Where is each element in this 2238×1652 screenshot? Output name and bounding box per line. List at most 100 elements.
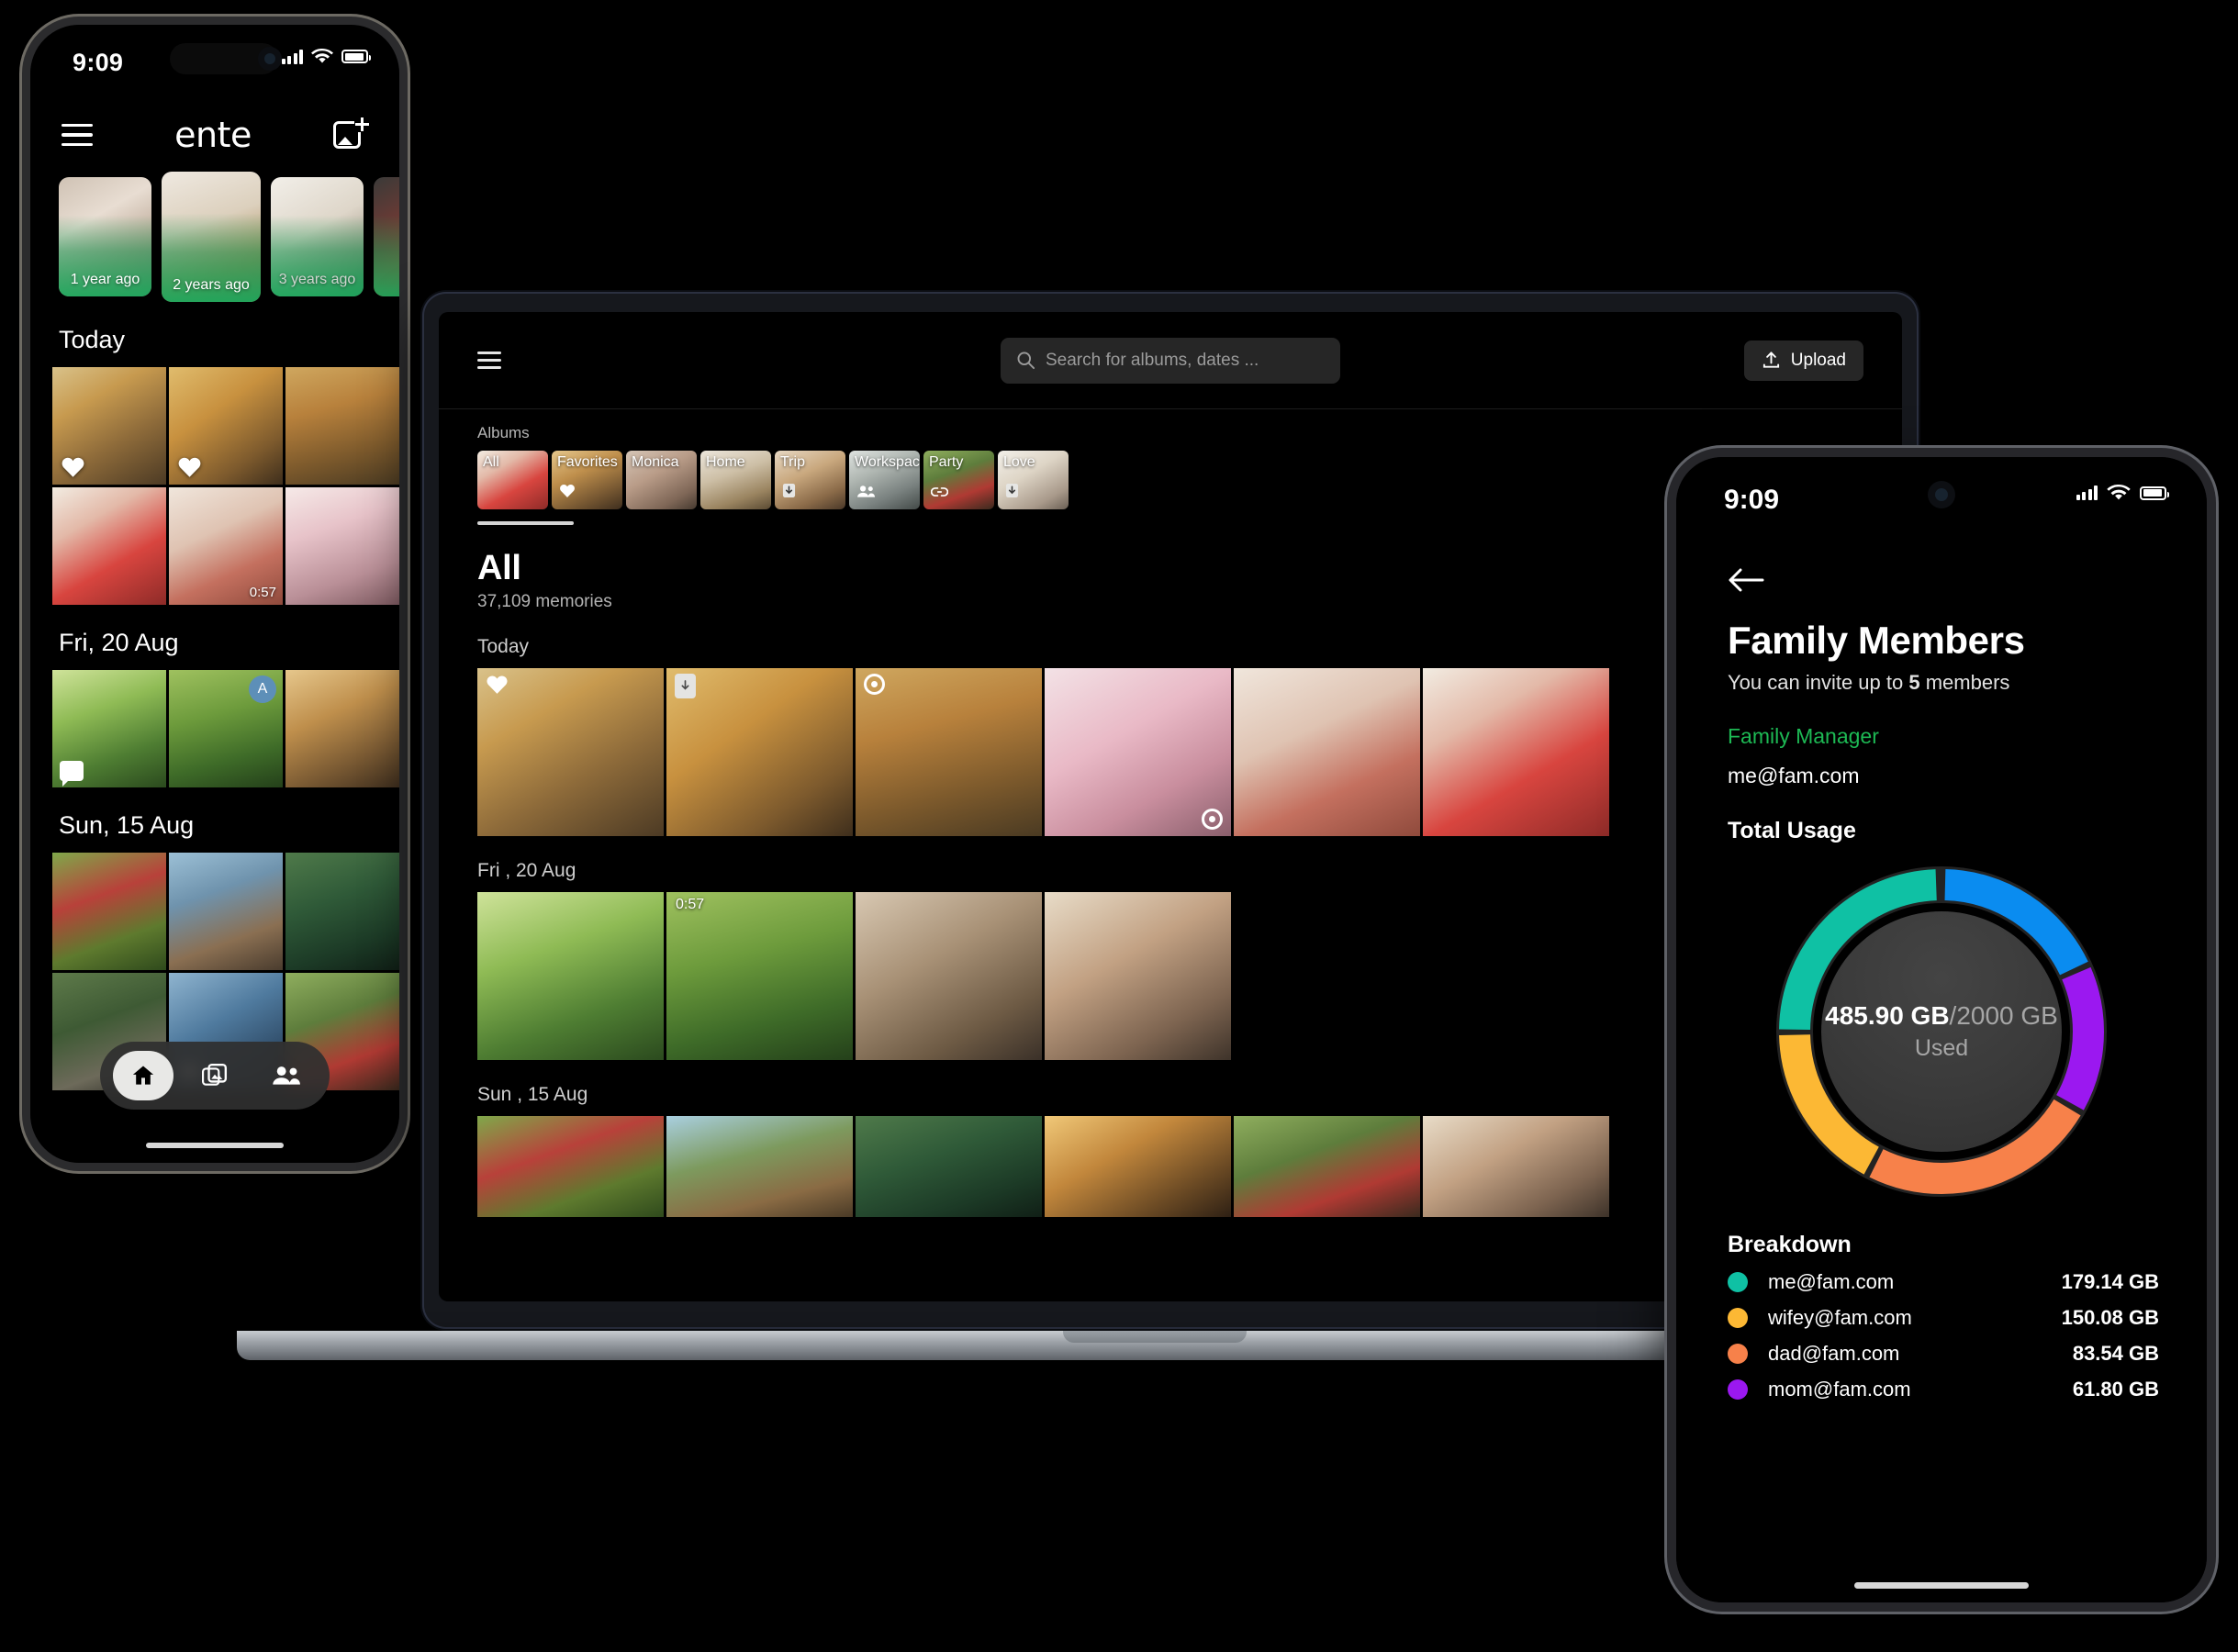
left-phone-status-bar: 9:09 [30, 25, 399, 95]
memory-card[interactable]: 3 years ago [271, 177, 364, 296]
status-time: 9:09 [1724, 485, 1780, 515]
photo-grid[interactable]: A [30, 670, 399, 787]
photo-tile[interactable]: 0:57 [666, 892, 853, 1060]
album-item-workspace[interactable]: Workspace [849, 451, 920, 509]
hamburger-menu-icon[interactable] [477, 352, 501, 369]
download-icon [675, 674, 696, 698]
invite-prefix: You can invite up to [1728, 671, 1909, 694]
album-label: Trip [780, 454, 805, 470]
heart-icon [559, 483, 576, 503]
photo-tile[interactable] [477, 668, 664, 836]
photo-tile[interactable] [666, 668, 853, 836]
album-item-monica[interactable]: Monica [626, 451, 697, 509]
photo-grid[interactable]: 0:57 [30, 367, 399, 605]
photo-tile[interactable] [477, 1116, 664, 1217]
albums-label: Albums [477, 424, 530, 441]
photo-tile[interactable] [52, 670, 166, 787]
people-icon [273, 1066, 300, 1085]
heart-icon [177, 455, 202, 478]
album-item-love[interactable]: Love [998, 451, 1069, 509]
search-icon [1017, 352, 1035, 370]
upload-label: Upload [1790, 350, 1846, 370]
wifi-icon [311, 49, 333, 63]
memories-carousel[interactable]: 1 year ago 2 years ago 3 years ago [30, 162, 399, 302]
avatar: A [249, 675, 276, 703]
photo-tile[interactable]: 0:57 [169, 487, 283, 605]
memory-label: 2 years ago [173, 277, 250, 293]
breakdown-email: wifey@fam.com [1768, 1306, 1912, 1329]
upload-icon [1762, 352, 1779, 368]
breakdown-row[interactable]: me@fam.com 179.14 GB [1676, 1258, 2207, 1294]
nav-item-photos[interactable] [185, 1051, 245, 1100]
photo-tile[interactable] [169, 367, 283, 485]
breakdown-row[interactable]: dad@fam.com 83.54 GB [1676, 1330, 2207, 1366]
page-title: Family Members [1728, 619, 2025, 662]
breakdown-row[interactable]: mom@fam.com 61.80 GB [1676, 1366, 2207, 1401]
photo-tile[interactable] [1045, 1116, 1231, 1217]
photo-tile[interactable] [1423, 668, 1609, 836]
live-photo-icon [1202, 809, 1223, 830]
app-logo: ente [174, 115, 252, 155]
photo-tile[interactable] [856, 668, 1042, 836]
heart-icon [486, 674, 509, 695]
legend-dot [1728, 1344, 1748, 1364]
memory-card[interactable]: 2 years ago [162, 172, 261, 302]
photo-tile[interactable] [856, 892, 1042, 1060]
photos-stack-icon [202, 1063, 228, 1086]
front-camera-icon [1928, 481, 1955, 508]
wifi-icon [2107, 485, 2131, 500]
bottom-navigation-bar[interactable] [100, 1042, 330, 1110]
status-icons [281, 49, 371, 64]
upload-button[interactable]: Upload [1743, 340, 1863, 381]
memory-card[interactable] [374, 177, 399, 296]
battery-icon [2140, 486, 2169, 500]
album-item-home[interactable]: Home [700, 451, 771, 509]
breakdown-email: me@fam.com [1768, 1270, 1895, 1293]
family-manager-email: me@fam.com [1728, 764, 1860, 787]
photo-tile[interactable] [1045, 892, 1231, 1060]
photo-tile[interactable] [666, 1116, 853, 1217]
invite-limit-text: You can invite up to 5 members [1676, 663, 2207, 695]
status-icons [2076, 485, 2169, 501]
video-duration-label: 0:57 [249, 585, 276, 600]
nav-item-sharing[interactable] [256, 1051, 317, 1100]
album-item-all[interactable]: All [477, 451, 548, 509]
used-amount: 485.90 GB [1825, 1001, 1950, 1030]
breakdown-size: 150.08 GB [2061, 1306, 2159, 1329]
photo-tile[interactable] [169, 853, 283, 970]
back-arrow-icon [1729, 568, 1764, 592]
photo-tile[interactable] [285, 487, 399, 605]
nav-item-home[interactable] [113, 1051, 173, 1100]
comment-icon [60, 761, 84, 787]
photo-tile[interactable] [1045, 668, 1231, 836]
photo-tile[interactable] [1234, 1116, 1420, 1217]
battery-icon [341, 50, 371, 63]
hamburger-menu-icon[interactable] [62, 123, 93, 147]
album-item-party[interactable]: Party [923, 451, 994, 509]
add-photo-icon[interactable] [333, 117, 370, 151]
photo-tile[interactable] [1423, 1116, 1609, 1217]
photo-tile[interactable] [1234, 668, 1420, 836]
photo-tile[interactable] [52, 367, 166, 485]
photo-tile[interactable] [285, 853, 399, 970]
album-label: Home [706, 454, 745, 470]
breakdown-size: 61.80 GB [2072, 1378, 2159, 1401]
photo-tile[interactable] [285, 367, 399, 485]
right-phone-screen: 9:09 Family Members You can invite up to… [1676, 457, 2207, 1602]
breakdown-email: dad@fam.com [1768, 1342, 1900, 1365]
photo-tile[interactable] [52, 487, 166, 605]
photo-tile[interactable] [285, 670, 399, 787]
photo-tile[interactable] [856, 1116, 1042, 1217]
back-button[interactable] [1676, 541, 2207, 595]
memory-label: 1 year ago [70, 272, 140, 287]
search-input[interactable]: Search for albums, dates ... [1001, 337, 1340, 384]
photo-tile[interactable] [477, 892, 664, 1060]
album-item-trip[interactable]: Trip [775, 451, 845, 509]
photo-tile[interactable] [52, 853, 166, 970]
memory-card[interactable]: 1 year ago [59, 177, 151, 296]
album-label: Favorites [557, 454, 618, 470]
photo-tile[interactable]: A [169, 670, 283, 787]
home-indicator [1854, 1582, 2029, 1589]
breakdown-row[interactable]: wifey@fam.com 150.08 GB [1676, 1294, 2207, 1330]
album-item-favorites[interactable]: Favorites [552, 451, 622, 509]
